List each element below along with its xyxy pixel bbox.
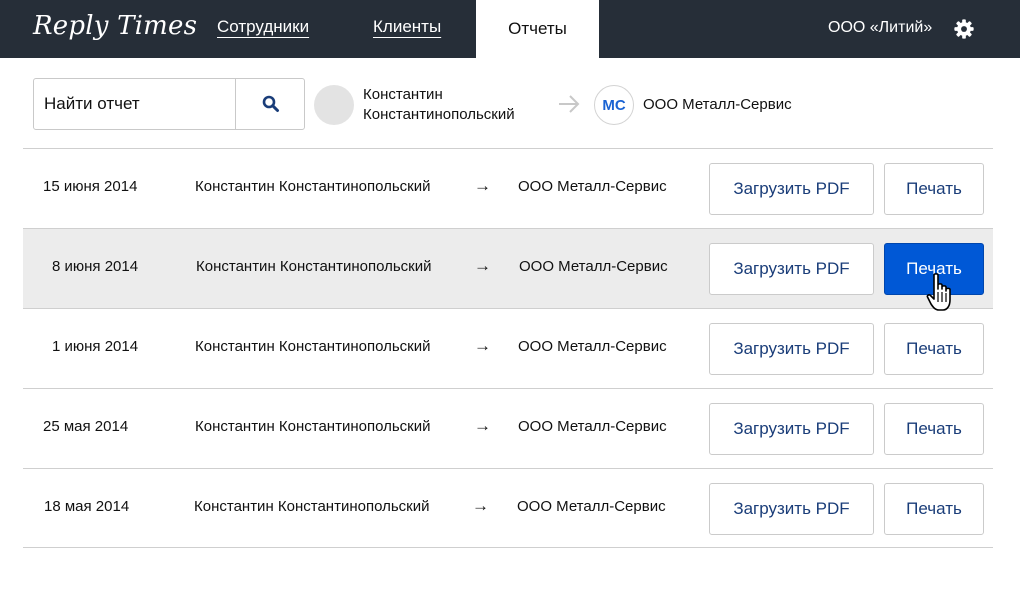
search-box: [33, 78, 305, 130]
report-recipient: ООО Металл-Сервис: [519, 258, 668, 275]
report-recipient: ООО Металл-Сервис: [517, 498, 666, 515]
app-logo[interactable]: Reply Times: [33, 11, 197, 41]
download-pdf-button[interactable]: Загрузить PDF: [709, 483, 874, 535]
report-sender: Константин Константинопольский: [195, 418, 431, 435]
report-recipient: ООО Металл-Сервис: [518, 338, 667, 355]
report-date: 15 июня 2014: [43, 178, 138, 195]
recipient-avatar: МС: [594, 85, 634, 125]
print-button[interactable]: Печать: [884, 323, 984, 375]
report-date: 25 мая 2014: [43, 418, 129, 435]
search-button[interactable]: [235, 79, 305, 129]
report-arrow: →: [474, 176, 491, 195]
report-row: 18 мая 2014 Константин Константинопольск…: [23, 468, 993, 548]
report-arrow: →: [474, 256, 491, 275]
search-icon: [262, 95, 279, 112]
print-button[interactable]: Печать: [884, 483, 984, 535]
report-date: 18 мая 2014: [44, 498, 130, 515]
download-pdf-button[interactable]: Загрузить PDF: [709, 323, 874, 375]
report-sender: Константин Константинопольский: [196, 258, 432, 275]
print-button[interactable]: Печать: [884, 163, 984, 215]
report-recipient: ООО Металл-Сервис: [518, 418, 667, 435]
report-arrow: →: [474, 336, 491, 355]
report-arrow: →: [474, 416, 491, 435]
gear-icon[interactable]: [953, 18, 975, 40]
nav-reports-active[interactable]: Отчеты: [476, 0, 599, 58]
report-sender: Константин Константинопольский: [194, 498, 430, 515]
arrow-right-icon: [559, 95, 580, 113]
download-pdf-button[interactable]: Загрузить PDF: [709, 243, 874, 295]
top-navbar: Reply Times Сотрудники Клиенты Отчеты ОО…: [0, 0, 1020, 58]
company-name[interactable]: ООО «Литий»: [828, 19, 932, 37]
search-input[interactable]: [34, 79, 235, 129]
report-date: 8 июня 2014: [52, 258, 139, 275]
report-recipient: ООО Металл-Сервис: [518, 178, 667, 195]
report-sender: Константин Константинопольский: [195, 338, 431, 355]
reports-list: 15 июня 2014 Константин Константинопольс…: [23, 148, 993, 548]
nav-employees[interactable]: Сотрудники: [217, 17, 309, 37]
report-row: 25 мая 2014 Константин Константинопольск…: [23, 388, 993, 468]
report-arrow: →: [472, 496, 489, 515]
report-sender: Константин Константинопольский: [195, 178, 431, 195]
print-button[interactable]: Печать: [884, 403, 984, 455]
report-date: 1 июня 2014: [52, 338, 139, 355]
filter-recipient-name[interactable]: ООО Металл-Сервис: [643, 96, 792, 113]
report-row: 15 июня 2014 Константин Константинопольс…: [23, 148, 993, 228]
sender-avatar: [314, 85, 354, 125]
print-button[interactable]: Печать: [884, 243, 984, 295]
report-row: 1 июня 2014 Константин Константинопольск…: [23, 308, 993, 388]
download-pdf-button[interactable]: Загрузить PDF: [709, 163, 874, 215]
nav-clients[interactable]: Клиенты: [373, 17, 441, 37]
filter-sender-name[interactable]: Константин Константинопольский: [363, 85, 543, 125]
download-pdf-button[interactable]: Загрузить PDF: [709, 403, 874, 455]
report-row: 8 июня 2014 Константин Константинопольск…: [23, 228, 993, 308]
